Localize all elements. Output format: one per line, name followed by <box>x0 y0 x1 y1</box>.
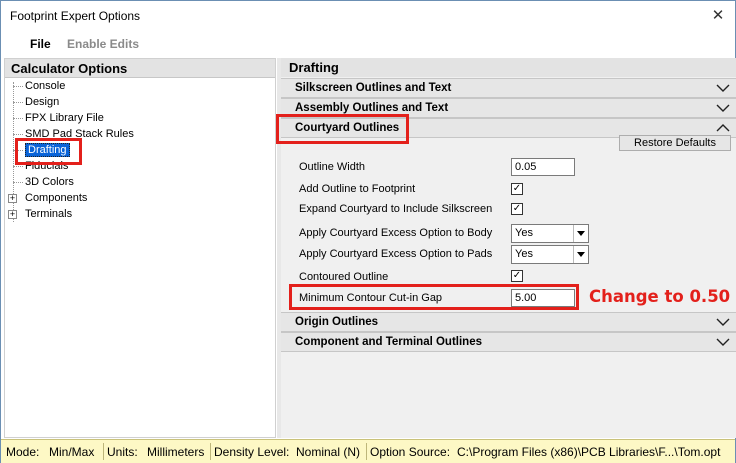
dropdown-arrow-icon[interactable] <box>573 225 588 242</box>
tree-connector <box>13 150 23 151</box>
add-outline-label: Add Outline to Footprint <box>299 183 416 195</box>
status-units-label: Units: <box>107 445 138 459</box>
contoured-outline-label: Contoured Outline <box>299 271 389 283</box>
change-annotation: Change to 0.50 <box>589 287 731 306</box>
add-outline-checkbox[interactable]: ✓ <box>511 183 523 195</box>
section-silkscreen-title: Silkscreen Outlines and Text <box>295 82 452 94</box>
excess-body-select[interactable]: Yes <box>511 224 589 243</box>
expand-courtyard-checkbox[interactable]: ✓ <box>511 203 523 215</box>
min-gap-label: Minimum Contour Cut-in Gap <box>299 292 443 304</box>
status-density-label: Density Level: <box>214 445 290 459</box>
close-icon[interactable]: ✕ <box>705 4 731 28</box>
section-origin-title: Origin Outlines <box>295 316 379 328</box>
menu-bar: File Enable Edits <box>1 32 735 56</box>
status-separator <box>103 443 104 460</box>
tree-item-terminals[interactable]: Terminals <box>25 206 72 222</box>
expand-courtyard-label: Expand Courtyard to Include Silkscreen <box>299 203 493 215</box>
excess-pads-select[interactable]: Yes <box>511 245 589 264</box>
outline-width-label: Outline Width <box>299 161 366 173</box>
status-bar: Mode: Min/Max Units: Millimeters Density… <box>1 439 735 463</box>
tree-connector <box>13 102 23 103</box>
section-origin[interactable]: Origin Outlines <box>281 312 736 332</box>
tree-connector <box>13 182 23 183</box>
section-courtyard-title: Courtyard Outlines <box>295 122 400 134</box>
chevron-down-icon <box>716 84 730 92</box>
calculator-options-panel: Calculator Options Console Design FPX Li… <box>4 58 276 438</box>
tree-item-components[interactable]: Components <box>25 190 87 206</box>
section-assembly-title: Assembly Outlines and Text <box>295 102 449 114</box>
options-window: Footprint Expert Options ✕ File Enable E… <box>0 0 736 463</box>
expand-icon[interactable]: + <box>8 210 17 219</box>
tree-connector <box>13 134 23 135</box>
min-gap-field[interactable]: 5.00 <box>511 289 575 307</box>
status-source-value: C:\Program Files (x86)\PCB Libraries\F..… <box>457 445 721 459</box>
status-separator <box>210 443 211 460</box>
section-assembly[interactable]: Assembly Outlines and Text <box>281 98 736 118</box>
left-panel-header: Calculator Options <box>5 59 275 78</box>
chevron-up-icon <box>716 124 730 132</box>
status-density-value: Nominal (N) <box>296 445 361 459</box>
tree-item-console[interactable]: Console <box>25 78 65 94</box>
status-source-label: Option Source: <box>370 445 451 459</box>
excess-body-label: Apply Courtyard Excess Option to Body <box>299 227 493 239</box>
tree-item-drafting-label: Drafting <box>25 143 70 157</box>
tree-item-smd-pad-stack-rules[interactable]: SMD Pad Stack Rules <box>25 126 134 142</box>
window-title: Footprint Expert Options <box>10 9 141 23</box>
tree-connector <box>13 166 23 167</box>
chevron-down-icon <box>716 104 730 112</box>
tree-item-drafting[interactable]: Drafting <box>25 142 70 158</box>
right-panel-header: Drafting <box>281 58 736 77</box>
section-silkscreen[interactable]: Silkscreen Outlines and Text <box>281 78 736 98</box>
excess-pads-label: Apply Courtyard Excess Option to Pads <box>299 248 493 260</box>
excess-body-value: Yes <box>515 227 533 239</box>
expand-icon[interactable]: + <box>8 194 17 203</box>
menu-enable-edits[interactable]: Enable Edits <box>67 37 139 51</box>
tree-connector <box>13 118 23 119</box>
chevron-down-icon <box>716 338 730 346</box>
excess-pads-value: Yes <box>515 248 533 260</box>
status-mode-value: Min/Max <box>49 445 95 459</box>
tree-item-fiducials[interactable]: Fiducials <box>25 158 68 174</box>
title-bar: Footprint Expert Options ✕ <box>1 1 735 31</box>
restore-defaults-button[interactable]: Restore Defaults <box>619 135 731 151</box>
section-component-terminal-title: Component and Terminal Outlines <box>295 336 482 348</box>
tree-item-fpx-library-file[interactable]: FPX Library File <box>25 110 104 126</box>
menu-file[interactable]: File <box>30 37 51 51</box>
section-component-terminal[interactable]: Component and Terminal Outlines <box>281 332 736 352</box>
chevron-down-icon <box>716 318 730 326</box>
dropdown-arrow-icon[interactable] <box>573 246 588 263</box>
drafting-panel: Drafting Silkscreen Outlines and Text As… <box>281 58 736 438</box>
contoured-outline-checkbox[interactable]: ✓ <box>511 270 523 282</box>
tree-connector <box>13 86 23 87</box>
status-separator <box>366 443 367 460</box>
outline-width-field[interactable]: 0.05 <box>511 158 575 176</box>
status-units-value: Millimeters <box>147 445 205 459</box>
status-mode-label: Mode: <box>6 445 40 459</box>
tree-item-design[interactable]: Design <box>25 94 59 110</box>
tree-item-3d-colors[interactable]: 3D Colors <box>25 174 74 190</box>
